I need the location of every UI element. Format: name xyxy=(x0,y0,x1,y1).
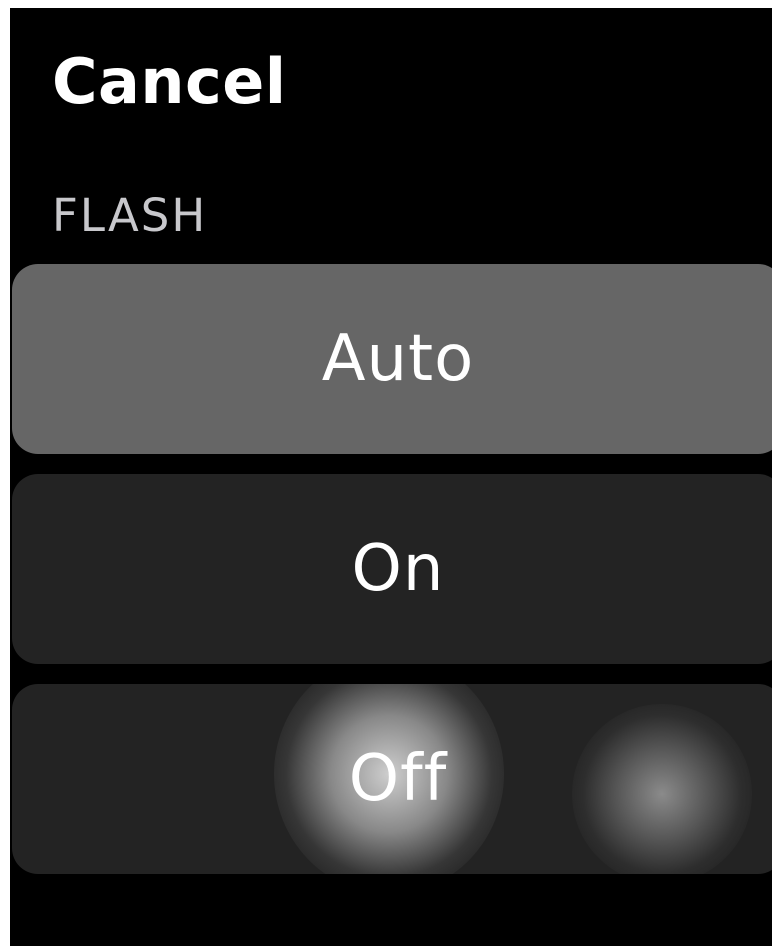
flash-settings-screen: Cancel FLASH Auto On Off xyxy=(10,8,772,946)
flash-option-auto[interactable]: Auto xyxy=(12,264,772,454)
flash-option-off-label: Off xyxy=(348,742,448,816)
flash-option-on-label: On xyxy=(351,532,445,606)
flash-option-auto-label: Auto xyxy=(321,322,475,396)
cancel-button[interactable]: Cancel xyxy=(52,44,287,120)
flash-section-title: FLASH xyxy=(52,189,208,242)
blurred-light-glow xyxy=(572,704,752,874)
flash-option-off[interactable]: Off xyxy=(12,684,772,874)
flash-option-on[interactable]: On xyxy=(12,474,772,664)
